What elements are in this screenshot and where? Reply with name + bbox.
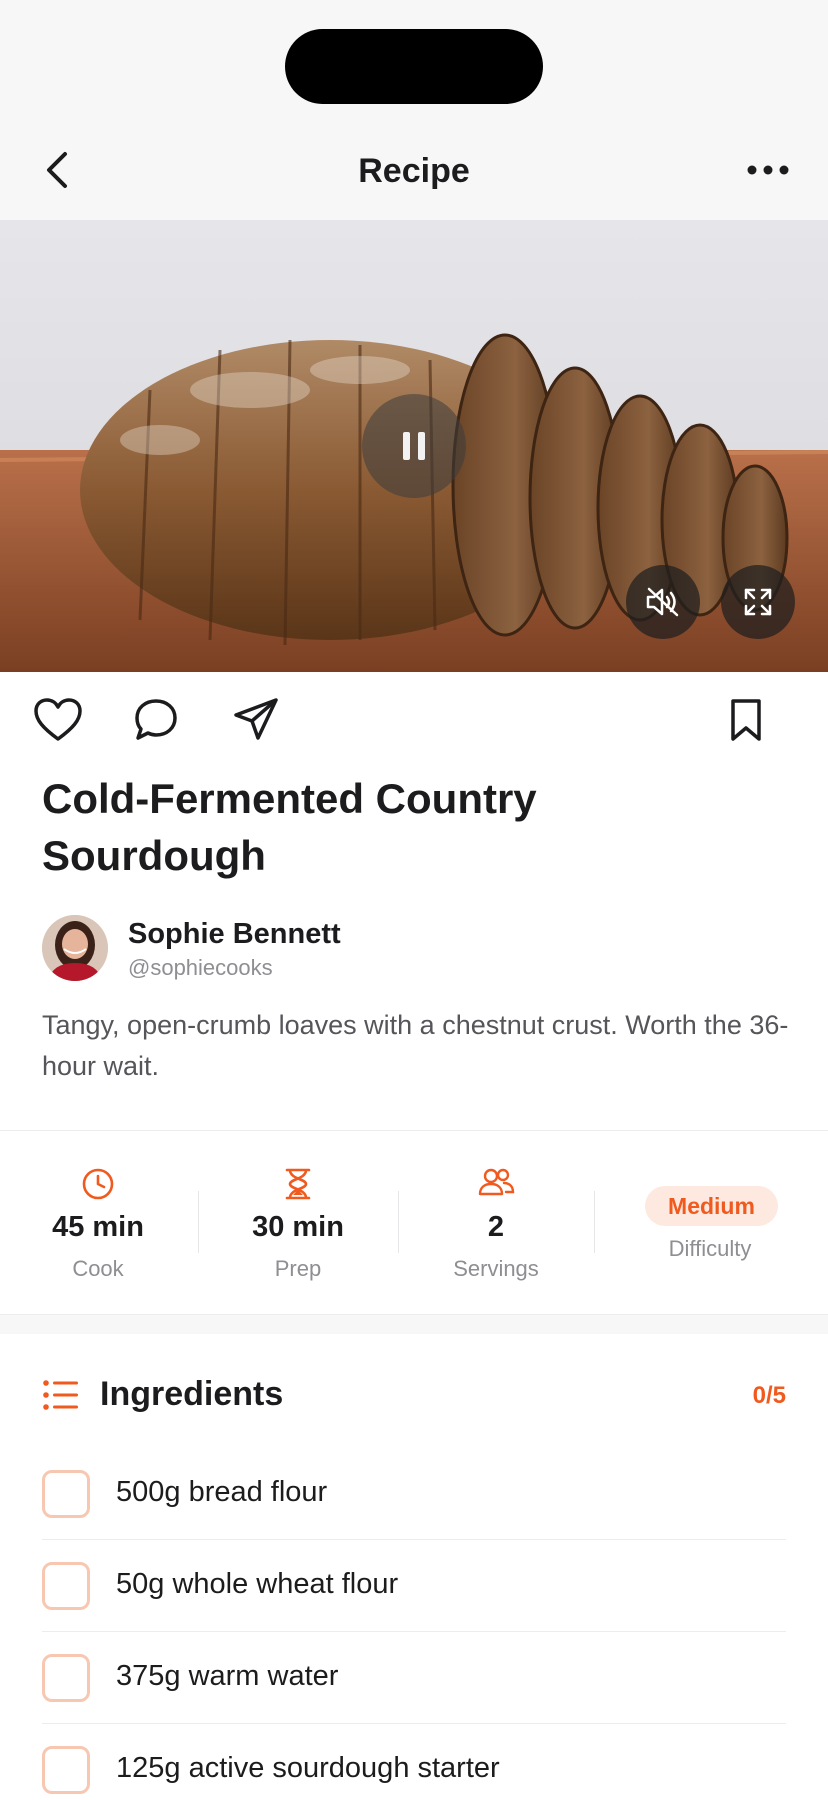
stat-value: 2 (487, 1211, 505, 1243)
send-icon (234, 698, 278, 740)
status-bar (0, 0, 828, 120)
ingredient-label: 500g bread flour (116, 1476, 328, 1508)
mute-button[interactable] (626, 565, 700, 639)
clock-icon (82, 1168, 114, 1200)
stat-cook: 45 min Cook (0, 1131, 198, 1314)
ingredients-title: Ingredients (100, 1375, 284, 1413)
stat-value: 45 min (52, 1211, 144, 1243)
stat-label: Prep (274, 1256, 322, 1281)
heart-icon (34, 698, 82, 741)
list-item[interactable]: 50g whole wheat flour (42, 1540, 786, 1632)
author-row[interactable]: Sophie Bennett @sophiecooks (42, 915, 782, 981)
ingredient-checkbox[interactable] (42, 1562, 90, 1610)
author-name[interactable]: Sophie Bennett (128, 918, 341, 951)
list-item[interactable]: 125g active sourdough starter (42, 1724, 786, 1800)
page-title: Recipe (358, 152, 470, 190)
ingredients-header: Ingredients 0/5 (0, 1360, 828, 1430)
recipe-title: Cold-Fermented Country Sourdough (42, 775, 537, 879)
stat-prep: 30 min Prep (198, 1131, 398, 1314)
stat-value: 30 min (252, 1211, 344, 1243)
pause-icon (403, 432, 425, 460)
speaker-muted-icon (646, 587, 679, 617)
ingredients-count: 0/5 (752, 1382, 786, 1409)
share-button[interactable] (228, 692, 284, 748)
difficulty-badge: Medium (645, 1186, 778, 1226)
recipe-description: Tangy, open-crumb loaves with a chestnut… (42, 1010, 789, 1081)
fullscreen-button[interactable] (721, 565, 795, 639)
ingredient-label: 375g warm water (116, 1660, 339, 1692)
list-item[interactable]: 500g bread flour (42, 1448, 786, 1540)
avatar[interactable] (42, 915, 108, 981)
recipe-video[interactable] (0, 220, 828, 672)
nav-bar: Recipe (0, 120, 828, 220)
comment-button[interactable] (128, 692, 184, 748)
stat-label: Servings (453, 1256, 539, 1281)
comment-icon (135, 699, 177, 740)
difficulty-label: Difficulty (668, 1236, 752, 1261)
more-dots-icon (747, 165, 789, 175)
ingredient-label: 50g whole wheat flour (116, 1568, 399, 1600)
list-icon (43, 1380, 78, 1410)
ingredient-checkbox[interactable] (42, 1746, 90, 1794)
stat-divider (594, 1191, 595, 1253)
stat-label: Cook (72, 1256, 124, 1281)
more-button[interactable] (728, 142, 808, 198)
bookmark-button[interactable] (718, 692, 774, 748)
expand-icon (744, 588, 772, 616)
ingredients-list: 500g bread flour 50g whole wheat flour 3… (42, 1448, 786, 1800)
people-icon (478, 1168, 515, 1196)
hourglass-icon (285, 1168, 311, 1200)
like-button[interactable] (30, 692, 86, 748)
stat-servings: 2 Servings (396, 1131, 596, 1314)
bookmark-icon (731, 699, 761, 741)
ingredient-checkbox[interactable] (42, 1654, 90, 1702)
list-item[interactable]: 375g warm water (42, 1632, 786, 1724)
section-separator (0, 1314, 828, 1334)
ingredient-label: 125g active sourdough starter (116, 1752, 500, 1784)
pause-button[interactable] (362, 394, 466, 498)
author-handle: @sophiecooks (128, 955, 273, 980)
action-bar (0, 680, 828, 760)
dynamic-island (285, 29, 543, 104)
ingredient-checkbox[interactable] (42, 1470, 90, 1518)
